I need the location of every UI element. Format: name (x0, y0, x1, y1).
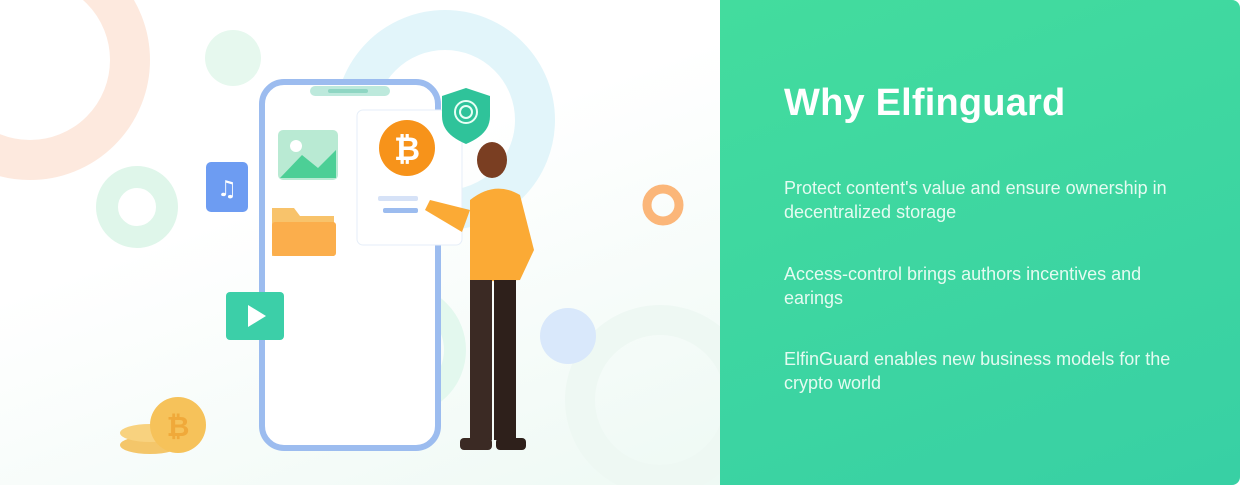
illustration-svg: ♫ ₿ ₿ (0, 0, 720, 485)
why-panel: Why Elfinguard Protect content's value a… (720, 0, 1240, 485)
decor-ring (96, 166, 178, 248)
svg-text:₿: ₿ (167, 410, 190, 443)
coin-stack-icon: ₿ (120, 397, 206, 454)
bitcoin-icon: ₿ (379, 120, 435, 176)
feature-point: Access-control brings authors incentives… (784, 264, 1142, 308)
decor-dot (205, 30, 261, 86)
feature-point: Protect content's value and ensure owner… (784, 178, 1167, 222)
svg-text:♫: ♫ (217, 177, 237, 202)
decor-ring (565, 305, 720, 485)
music-file-icon: ♫ (206, 162, 248, 212)
hero-illustration: ♫ ₿ ₿ (0, 0, 720, 485)
feature-point: ElfinGuard enables new business models f… (784, 349, 1171, 393)
image-icon (278, 130, 338, 180)
decor-ring (642, 184, 684, 226)
video-icon (226, 292, 284, 340)
decor-ring (0, 0, 150, 180)
panel-title: Why Elfinguard (784, 82, 1066, 124)
decor-dot (540, 308, 596, 364)
svg-text:₿: ₿ (394, 130, 420, 168)
